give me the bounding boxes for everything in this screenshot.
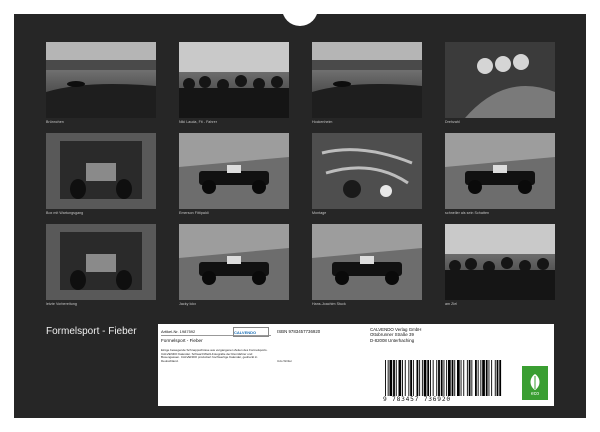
crowd-photo [445,224,555,300]
photo-caption: Emerson Fittipaldi [179,211,209,215]
garage-photo [46,224,156,300]
photo-tile: schneller als sein Schatten [445,133,555,215]
race-car-photo [312,224,422,300]
article-row: Artikel-Nr. 1987592 CALVENDO [161,327,271,337]
photo-tile: Niki Lauda, Fit - Fahrer [179,42,289,124]
photo-tile: Hockenheim [312,42,422,124]
race-car-photo [179,224,289,300]
barcode-bars [385,360,502,396]
isbn: ISBN 9783457736920 [277,329,321,334]
product-info-column: Artikel-Nr. 1987592 CALVENDO Formelsport… [161,327,271,403]
photo-caption: Hans-Joachim Stuck [312,302,346,306]
product-info-box: Artikel-Nr. 1987592 CALVENDO Formelsport… [158,324,554,406]
publisher-line: D-82008 Unterhaching [370,337,415,343]
eco-badge: eco [522,366,548,400]
photo-tile: Box mit Wartungsgang [46,133,156,215]
photo-tile: Brünnchen [46,42,156,124]
race-track-photo [46,42,156,118]
photo-caption: Jacky Ickx [179,302,197,306]
photo-tile: letzte Vorbereitung [46,224,156,306]
photo-caption: schneller als sein Schatten [445,211,490,215]
isbn-column: ISBN 9783457736920 Udo Wirtler [277,327,367,403]
photo-caption: Box mit Wartungsgang [46,211,84,215]
photo-caption: Drehzahl [445,120,460,124]
calvendo-logo-text: CALVENDO [234,330,257,335]
product-title: Formelsport - Fieber [161,338,203,343]
photo-caption: Niki Lauda, Fit - Fahrer [179,120,217,124]
photo-tile: Hans-Joachim Stuck [312,224,422,306]
barcode: 9 783457 736920 [383,360,503,404]
calendar-back-cover: Brünnchen Niki Lauda, Fit - Fahrer Hockenh… [14,14,586,418]
calendar-title: Formelsport - Fieber [46,326,137,337]
leaf-icon [530,374,540,390]
race-track-photo [312,42,422,118]
barcode-number: 9 783457 736920 [383,396,451,403]
photo-tile: Montage [312,133,422,215]
photo-tile: am Ziel [445,224,555,306]
author: Udo Wirtler [277,359,293,363]
photo-caption: Montage [312,211,327,215]
photo-tile: Jacky Ickx [179,224,289,306]
photo-tile: Emerson Fittipaldi [179,133,289,215]
engine-photo [312,133,422,209]
calvendo-logo: CALVENDO [233,327,269,337]
publisher-address: CALVENDO Verlag GmbH Ottobrunner Straße … [370,327,490,343]
eco-label: eco [530,391,540,397]
crowd-photo [179,42,289,118]
race-car-photo [445,133,555,209]
garage-photo [46,133,156,209]
photo-caption: Hockenheim [312,120,333,124]
photo-tile: Drehzahl [445,42,555,124]
article-number: Artikel-Nr. 1987592 [161,329,196,334]
photo-grid: Brünnchen Niki Lauda, Fit - Fahrer Hockenh… [14,14,586,314]
photo-caption: letzte Vorbereitung [46,302,77,306]
product-description: Einige bewegende Schnappschüsse aus verg… [161,348,268,363]
gauge-photo [445,42,555,118]
photo-caption: am Ziel [445,302,458,306]
photo-caption: Brünnchen [46,120,64,124]
race-car-photo [179,133,289,209]
